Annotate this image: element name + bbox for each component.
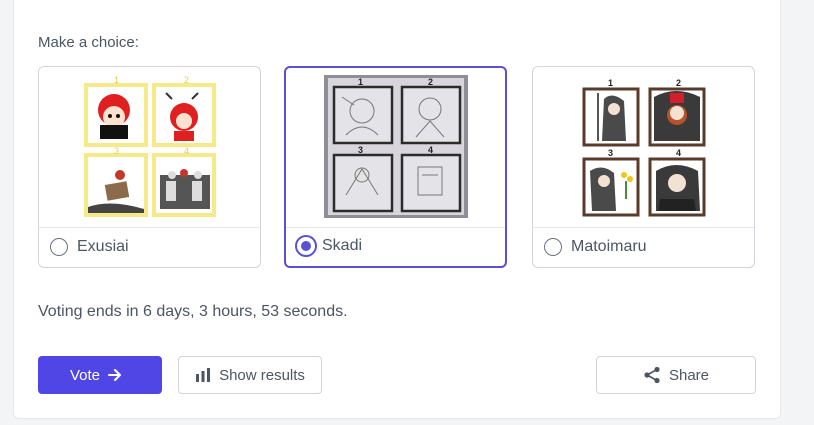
vote-button[interactable]: Vote <box>38 356 162 394</box>
radio-skadi[interactable] <box>295 235 317 257</box>
arrow-right-icon <box>108 369 122 381</box>
svg-text:3: 3 <box>358 145 363 155</box>
radio-exusiai[interactable] <box>50 238 68 256</box>
svg-text:3: 3 <box>608 148 613 158</box>
share-label: Share <box>668 366 710 384</box>
poll-option-exusiai[interactable]: 1 2 3 4 Exusiai <box>38 66 261 268</box>
option-label: Matoimaru <box>571 238 647 255</box>
poll-prompt: Make a choice: <box>38 34 139 51</box>
poll-option-skadi[interactable]: 1 2 3 4 Skadi <box>284 66 507 268</box>
svg-text:4: 4 <box>676 148 681 158</box>
vote-button-label: Vote <box>69 366 101 384</box>
option-label-row[interactable]: Skadi <box>286 226 505 266</box>
svg-text:2: 2 <box>428 77 433 87</box>
share-button[interactable]: Share <box>596 356 756 394</box>
option-label: Exusiai <box>77 238 129 255</box>
option-label-row[interactable]: Exusiai <box>39 227 260 267</box>
svg-text:1: 1 <box>358 77 363 87</box>
svg-text:2: 2 <box>184 75 189 85</box>
poll-option-matoimaru[interactable]: 1 2 3 4 Matoimaru <box>532 66 755 268</box>
option-image-skadi: 1 2 3 4 <box>286 68 505 228</box>
option-image-exusiai: 1 2 3 4 <box>39 67 260 228</box>
svg-text:2: 2 <box>676 78 681 88</box>
radio-matoimaru[interactable] <box>544 238 562 256</box>
bar-chart-icon <box>195 368 211 382</box>
svg-text:4: 4 <box>428 145 433 155</box>
svg-text:4: 4 <box>184 146 189 156</box>
option-label: Skadi <box>322 237 363 254</box>
option-image-matoimaru: 1 2 3 4 <box>533 67 754 228</box>
svg-text:1: 1 <box>608 78 613 88</box>
option-label-row[interactable]: Matoimaru <box>533 227 754 267</box>
share-icon <box>643 366 661 384</box>
svg-text:1: 1 <box>114 75 119 85</box>
page-background <box>782 0 814 425</box>
svg-text:3: 3 <box>114 146 119 156</box>
show-results-label: Show results <box>219 366 305 384</box>
voting-ends-text: Voting ends in 6 days, 3 hours, 53 secon… <box>38 303 348 320</box>
show-results-button[interactable]: Show results <box>178 356 322 394</box>
